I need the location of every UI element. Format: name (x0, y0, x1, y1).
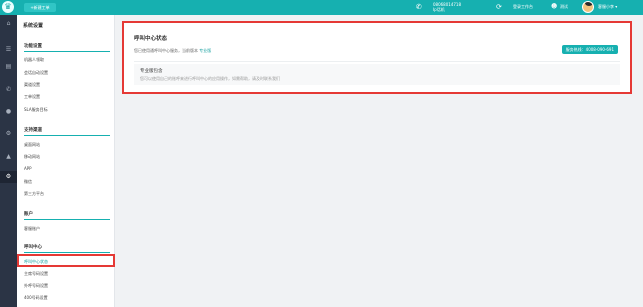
sidebar-item-wechat[interactable]: 微信 (24, 179, 32, 185)
group-label-function: 功能设置 (24, 44, 42, 49)
group-divider (24, 252, 110, 253)
sidebar-item-third-party[interactable]: 第三方平台 (24, 191, 44, 197)
user-icon[interactable]: ● (0, 106, 17, 118)
version-link[interactable]: 专业版 (199, 48, 211, 53)
app-logo-icon[interactable]: ♛ (2, 1, 14, 13)
document-icon[interactable]: ▤ (0, 61, 17, 73)
group-label-account: 账户 (24, 212, 33, 217)
sidebar-item-app[interactable]: APP (24, 166, 32, 171)
selection-highlight (17, 254, 115, 267)
sidebar-item-outbound-number[interactable]: 外呼号码设置 (24, 283, 48, 289)
phone-icon[interactable]: ✆ (0, 84, 17, 96)
service-title: 专业版包含 (140, 69, 163, 74)
test-link[interactable]: 测试 (560, 4, 568, 10)
sidebar-item-session[interactable]: 会话自动设置 (24, 70, 48, 76)
refresh-icon[interactable]: ⟳ (496, 3, 502, 11)
phone-status: 08068014718 Ip话机 (433, 2, 461, 12)
sidebar-item-ticket[interactable]: 工单设置 (24, 94, 40, 100)
sidebar-item-channel[interactable]: 渠道设置 (24, 82, 40, 88)
group-divider (24, 219, 110, 220)
call-center-status-card: 呼叫中心状态 您已使用通呼叫中心服务，当前版本 专业版 服务热线：4008-09… (122, 21, 632, 94)
sidebar-title: 系统设置 (23, 23, 44, 29)
phone-type: Ip话机 (433, 7, 445, 12)
page-title: 呼叫中心状态 (134, 36, 168, 42)
nav-rail: ⌂ ☰ ▤ ✆ ● ⚙ ▲ ⚙ (0, 15, 17, 307)
divider (134, 61, 620, 62)
group-divider (24, 51, 110, 52)
version-text: 您已使用通呼叫中心服务，当前版本 (134, 48, 198, 53)
chart-icon[interactable]: ▲ (0, 151, 17, 163)
sidebar-item-desktop[interactable]: 桌面网站 (24, 142, 40, 148)
version-info: 您已使用通呼叫中心服务，当前版本 专业版 (134, 48, 211, 54)
sidebar-item-400-number[interactable]: 400号码设置 (24, 295, 48, 301)
sidebar-item-main-number[interactable]: 主席号码设置 (24, 271, 48, 277)
sidebar-item-sla[interactable]: SLA服务目标 (24, 107, 48, 113)
home-icon[interactable]: ⌂ (0, 18, 17, 30)
phone-icon[interactable]: ✆ (416, 3, 422, 11)
group-label-call-center: 呼叫中心 (24, 245, 42, 250)
sidebar-item-robot[interactable]: 机器人领取 (24, 57, 44, 63)
hotline-button[interactable]: 服务热线：4008-090-691 (561, 45, 618, 54)
new-ticket-button[interactable]: +新建工单 (24, 3, 56, 12)
settings-icon[interactable]: ⚙ (0, 171, 17, 183)
group-divider (24, 135, 110, 136)
gear-icon[interactable]: ⚙ (0, 128, 17, 140)
person-icon: ☻ (551, 3, 558, 10)
sidebar-item-mobile[interactable]: 移动网站 (24, 154, 40, 160)
top-bar: ♛ +新建工单 ✆ 08068014718 Ip话机 ⟳ 登录工作台 ☻ 测试 … (0, 0, 643, 15)
avatar[interactable] (582, 1, 594, 13)
user-menu[interactable]: 客服小李 ▾ (598, 4, 617, 10)
workbench-link[interactable]: 登录工作台 (513, 4, 533, 10)
group-label-support: 支持渠道 (24, 128, 42, 133)
sidebar-item-agent-account[interactable]: 客服账户 (24, 226, 40, 232)
service-panel: 专业版包含 您可以使用自己的账呼来进行呼叫中心的应用操作，如需帮助，请及时联系我… (134, 64, 620, 85)
service-description: 您可以使用自己的账呼来进行呼叫中心的应用操作，如需帮助，请及时联系我们 (140, 76, 280, 81)
list-icon[interactable]: ☰ (0, 44, 17, 56)
